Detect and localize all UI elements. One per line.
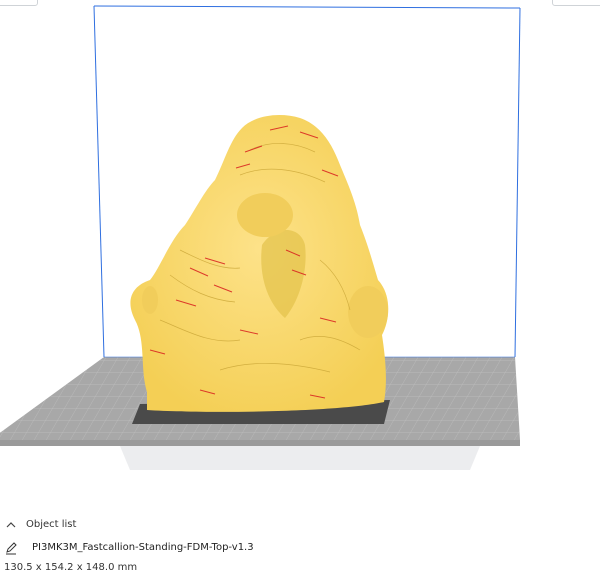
- chevron-up-icon: [4, 517, 18, 531]
- object-panel: Object list PI3MK3M_Fastcallion-Standing…: [0, 505, 600, 577]
- object-row[interactable]: PI3MK3M_Fastcallion-Standing-FDM-Top-v1.…: [4, 537, 254, 557]
- object-dimensions: 130.5 x 154.2 x 148.0 mm: [4, 561, 138, 573]
- object-list-label: Object list: [26, 518, 77, 530]
- scene-canvas: [0, 5, 521, 470]
- 3d-viewport[interactable]: [0, 0, 600, 505]
- model-mesh: [130, 115, 389, 412]
- object-file-name: PI3MK3M_Fastcallion-Standing-FDM-Top-v1.…: [32, 541, 254, 553]
- object-list-toggle[interactable]: Object list: [4, 514, 76, 534]
- pencil-icon[interactable]: [4, 540, 18, 555]
